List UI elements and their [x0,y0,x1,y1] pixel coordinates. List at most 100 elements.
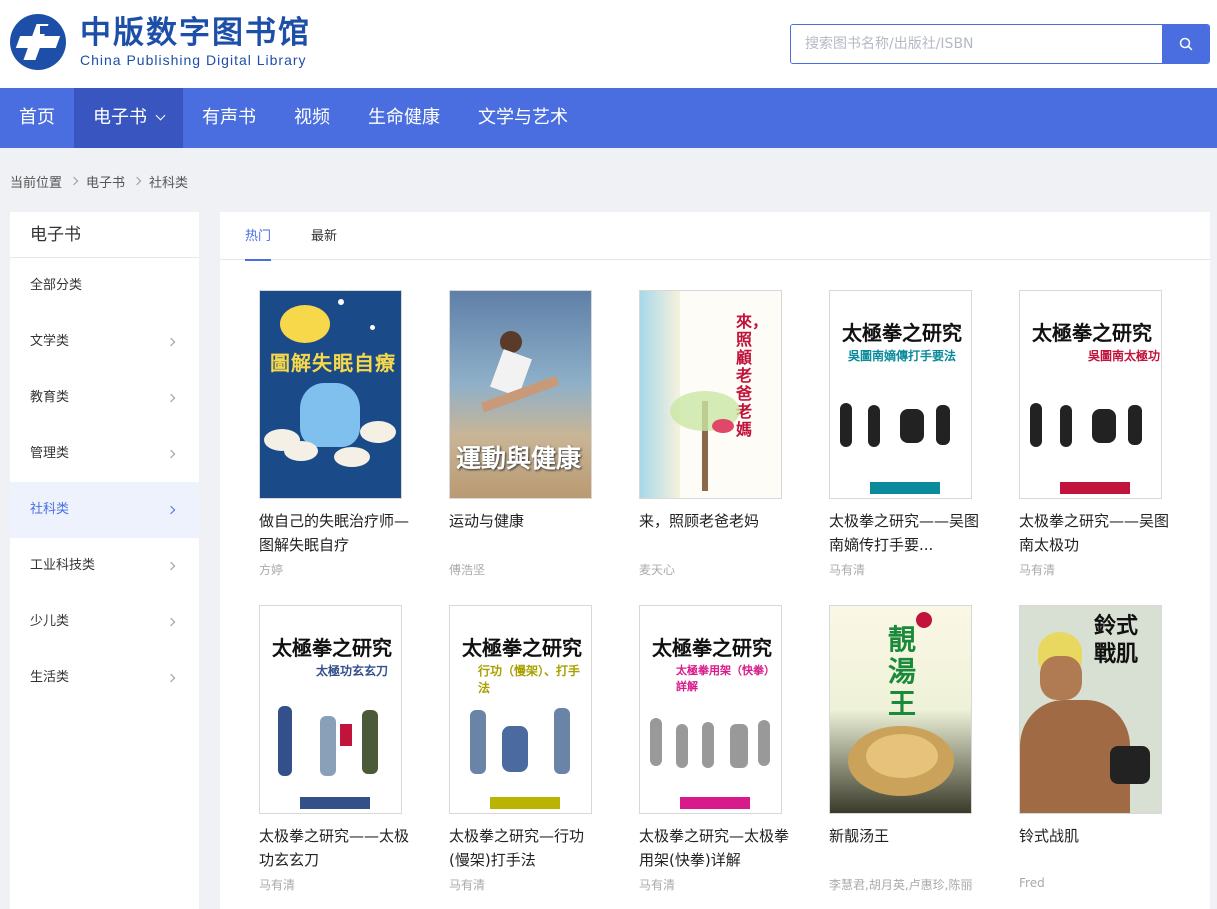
book-card[interactable]: 來，照顧老爸老媽 来，照顾老爸老妈 麦天心 [639,290,809,578]
book-title[interactable]: 做自己的失眠治疗师—图解失眠自疗 [259,509,409,557]
sidebar-item-label: 全部分类 [30,278,83,293]
nav-literature-art[interactable]: 文学与艺术 [459,88,587,148]
color-band [870,482,940,494]
book-cover[interactable]: 靚湯王 [829,605,972,814]
book-author: 傅浩坚 [449,563,486,577]
main-nav: 首页 电子书 有声书 视频 生命健康 文学与艺术 [0,88,1217,148]
cover-title: 太極拳之研究 [842,321,962,345]
cover-subtitle: 吳圖南太極功 [1088,349,1161,363]
tab-newest[interactable]: 最新 [311,212,337,260]
sidebar-item-industrial-tech[interactable]: 工业科技类 [10,538,199,594]
book-title[interactable]: 太极拳之研究—太极拳用架(快拳)详解 [639,824,789,872]
cover-subtitle: 吳圖南嫡傳打手要法 [848,349,957,363]
cover-title: 鈴式戰肌 [1094,613,1139,667]
watercolor-strip [640,291,680,498]
sidebar-item-education[interactable]: 教育类 [10,370,199,426]
cover-title: 太極拳之研究 [272,636,392,660]
book-title[interactable]: 新靓汤王 [829,824,979,872]
sidebar-item-label: 教育类 [30,390,70,405]
chevron-right-icon [166,337,176,347]
book-card[interactable]: 靚湯王 新靓汤王 李慧君,胡月英,卢惠珍,陈丽 [829,605,999,893]
book-author: 马有清 [449,878,486,892]
book-card[interactable]: 運動與健康 运动与健康 傅浩坚 [449,290,619,578]
search-input[interactable] [791,25,1162,63]
book-cover[interactable]: 太極拳之研究 行功（慢架）、打手法 [449,605,592,814]
cover-title: 太極拳之研究 [652,636,772,660]
kettlebell-shape [1110,746,1150,784]
book-title[interactable]: 来，照顾老爸老妈 [639,509,789,557]
book-cover[interactable]: 太極拳之研究 吳圖南嫡傳打手要法 [829,290,972,499]
sidebar-item-label: 管理类 [30,446,70,461]
book-author: 马有清 [639,878,676,892]
sidebar-item-label: 少儿类 [30,614,70,629]
book-card[interactable]: 太極拳之研究 行功（慢架）、打手法 太极拳之研究—行功(慢架)打手法 马有清 [449,605,619,893]
chevron-right-icon [166,561,176,571]
book-cover[interactable]: 圖解失眠自療 [259,290,402,499]
breadcrumb-ebook[interactable]: 电子书 [86,172,125,191]
nav-label: 首页 [19,107,55,128]
book-title[interactable]: 铃式战肌 [1019,824,1169,872]
sidebar-item-management[interactable]: 管理类 [10,426,199,482]
cover-title: 靚湯王 [888,623,917,720]
logo-mark-icon [10,14,66,70]
book-card[interactable]: 太極拳之研究 吳圖南太極功 太极拳之研究——吴图南太极功 马有清 [1019,290,1189,578]
book-author: 马有清 [259,878,296,892]
book-card[interactable]: 圖解失眠自療 做自己的失眠治疗师—图解失眠自疗 方婷 [259,290,429,578]
nav-label: 有声书 [202,107,256,128]
book-cover[interactable]: 運動與健康 [449,290,592,499]
header: 中版数字图书馆 China Publishing Digital Library [0,0,1217,88]
logo-title: 中版数字图书馆 [80,15,311,51]
chevron-right-icon [166,505,176,515]
book-cover[interactable]: 來，照顧老爸老媽 [639,290,782,499]
nav-audiobook[interactable]: 有声书 [183,88,275,148]
new-badge [916,612,932,628]
book-author: 麦天心 [639,563,676,577]
book-title[interactable]: 太极拳之研究——吴图南嫡传打手要... [829,509,979,557]
book-card[interactable]: 太極拳之研究 太極拳用架（快拳）詳解 太极拳之研究—太极拳用架(快拳)详解 马有… [639,605,809,893]
nav-ebook[interactable]: 电子书 [74,88,183,148]
chevron-right-icon [69,176,79,186]
sidebar-item-label: 社科类 [30,502,70,517]
cover-title: 來，照顧老爸老媽 [736,312,769,439]
sidebar-item-social-science[interactable]: 社科类 [10,482,199,538]
search-button[interactable] [1162,25,1209,63]
nav-label: 视频 [294,107,330,128]
sidebar-title: 电子书 [10,212,199,258]
book-title[interactable]: 太极拳之研究—行功(慢架)打手法 [449,824,599,872]
sidebar-item-literature[interactable]: 文学类 [10,314,199,370]
nav-home[interactable]: 首页 [0,88,74,148]
cover-subtitle: 行功（慢架）、打手法 [478,664,581,695]
book-title[interactable]: 太极拳之研究——吴图南太极功 [1019,509,1169,557]
chevron-right-icon [166,393,176,403]
book-card[interactable]: 鈴式戰肌 铃式战肌 Fred [1019,605,1189,890]
chevron-right-icon [166,449,176,459]
site-logo[interactable]: 中版数字图书馆 China Publishing Digital Library [10,14,311,70]
search-box [790,24,1210,64]
face-shape [1040,656,1082,700]
sidebar-item-children[interactable]: 少儿类 [10,594,199,650]
book-author: Fred [1019,876,1045,890]
color-band [680,797,750,809]
bird-shape [712,419,734,433]
tab-popular[interactable]: 热门 [245,212,272,261]
nav-video[interactable]: 视频 [275,88,349,148]
book-card[interactable]: 太極拳之研究 太極功玄玄刀 太极拳之研究——太极功玄玄刀 马有清 [259,605,429,893]
sidebar-item-label: 生活类 [30,670,70,685]
book-cover[interactable]: 太極拳之研究 太極拳用架（快拳）詳解 [639,605,782,814]
sidebar-item-all[interactable]: 全部分类 [10,258,199,314]
sort-tabs: 热门 最新 [220,212,1210,261]
search-icon [1179,37,1192,51]
book-title[interactable]: 太极拳之研究——太极功玄玄刀 [259,824,409,872]
book-cover[interactable]: 太極拳之研究 太極功玄玄刀 [259,605,402,814]
breadcrumb-label: 当前位置 [10,175,63,191]
book-card[interactable]: 太極拳之研究 吳圖南嫡傳打手要法 太极拳之研究——吴图南嫡传打手要... 马有清 [829,290,999,578]
book-cover[interactable]: 鈴式戰肌 [1019,605,1162,814]
sidebar-item-lifestyle[interactable]: 生活类 [10,650,199,706]
cover-subtitle: 太極拳用架（快拳）詳解 [676,664,775,693]
nav-health[interactable]: 生命健康 [349,88,459,148]
book-title[interactable]: 运动与健康 [449,509,599,557]
breadcrumb: 当前位置 电子书 社科类 [10,170,188,192]
nav-label: 电子书 [93,107,147,128]
cover-title: 太極拳之研究 [1032,321,1152,345]
book-cover[interactable]: 太極拳之研究 吳圖南太極功 [1019,290,1162,499]
